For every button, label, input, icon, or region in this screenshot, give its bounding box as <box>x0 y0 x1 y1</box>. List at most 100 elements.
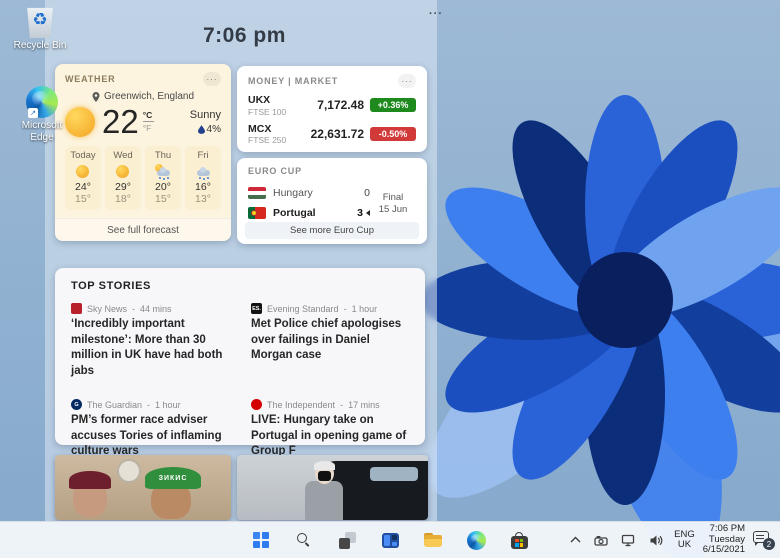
market-menu-ellipsis-icon[interactable]: ··· <box>398 74 416 88</box>
story-headline: PM’s former race adviser accuses Tories … <box>71 413 229 460</box>
rain-icon <box>194 164 212 179</box>
tray-camera-device-icon[interactable] <box>592 532 611 549</box>
precipitation-chance: 4% <box>207 124 221 135</box>
team-row-portugal[interactable]: Portugal 3 <box>248 203 370 223</box>
guardian-logo-icon: G <box>71 399 82 410</box>
widgets-button[interactable] <box>377 527 403 553</box>
forecast-low: 15° <box>65 193 101 205</box>
forecast-low: 15° <box>145 193 181 205</box>
notification-center-button[interactable]: 2 <box>753 530 775 550</box>
top-stories-widget[interactable]: TOP STORIES Sky News - 44 mins ‘Incredib… <box>55 268 425 445</box>
taskbar: ENG UK 7:06 PM Tuesday 6/15/2021 2 <box>0 521 780 558</box>
current-temperature: 22 <box>102 105 139 138</box>
notification-count-badge: 2 <box>763 538 775 550</box>
sun-rain-icon <box>154 164 172 179</box>
market-symbol: UKX <box>248 94 286 107</box>
recycle-bin-shortcut[interactable]: ♻ Recycle Bin <box>11 6 69 52</box>
market-row-mcx[interactable]: MCX FTSE 250 22,631.72 -0.50% <box>248 123 416 146</box>
windows-logo-icon <box>253 532 269 548</box>
team-name: Portugal <box>273 207 316 219</box>
language-indicator[interactable]: ENG UK <box>674 530 695 551</box>
story-time: 1 hour <box>352 304 378 314</box>
meta-separator: - <box>344 304 347 314</box>
widgets-icon <box>382 533 399 548</box>
forecast-high: 29° <box>105 181 141 193</box>
portugal-flag-icon <box>248 207 266 219</box>
tray-network-icon[interactable] <box>619 532 639 549</box>
weather-location: Greenwich, England <box>104 91 194 102</box>
forecast-day-today[interactable]: Today 24° 15° <box>65 146 101 210</box>
recycle-bin-label: Recycle Bin <box>11 40 69 52</box>
evening-standard-logo-icon: ES. <box>251 303 262 314</box>
store-bag-icon <box>511 532 528 549</box>
story-source: The Independent <box>267 400 335 410</box>
forecast-day-fri[interactable]: Fri 16° 13° <box>185 146 221 210</box>
unit-fahrenheit[interactable]: °F <box>143 123 152 133</box>
team-score: 3 <box>357 207 363 219</box>
meta-separator: - <box>132 304 135 314</box>
story-independent[interactable]: The Independent - 17 mins LIVE: Hungary … <box>251 399 409 460</box>
eurocup-widget[interactable]: EURO CUP Hungary 0 Portugal 3 <box>237 158 427 244</box>
weather-menu-ellipsis-icon[interactable]: ··· <box>203 72 221 86</box>
forecast-day-wed[interactable]: Wed 29° 18° <box>105 146 141 210</box>
market-widget[interactable]: MONEY | MARKET ··· UKX FTSE 100 7,172.48… <box>237 66 427 152</box>
meta-separator: - <box>147 400 150 410</box>
tray-chevron-up-icon[interactable] <box>567 532 584 548</box>
story-source: Sky News <box>87 304 127 314</box>
tray-clock[interactable]: 7:06 PM Tuesday 6/15/2021 <box>703 524 745 556</box>
forecast-day-thu[interactable]: Thu 20° 15° <box>145 146 181 210</box>
wall-clock-decor <box>117 459 141 483</box>
region-code: UK <box>674 540 695 550</box>
story-headline: LIVE: Hungary take on Portugal in openin… <box>251 413 409 460</box>
market-symbol: MCX <box>248 123 286 136</box>
forecast-day-label: Wed <box>105 150 141 161</box>
start-button[interactable] <box>248 527 274 553</box>
tray-volume-icon[interactable] <box>647 532 666 549</box>
story-evening-standard[interactable]: ES. Evening Standard - 1 hour Met Police… <box>251 303 409 379</box>
story-headline: Met Police chief apologises over failing… <box>251 317 409 364</box>
forecast-high: 20° <box>145 181 181 193</box>
more-options-ellipsis-icon[interactable]: ··· <box>429 8 443 20</box>
search-button[interactable] <box>291 527 317 553</box>
edge-icon <box>467 531 486 550</box>
top-stories-title: TOP STORIES <box>71 280 409 292</box>
task-view-button[interactable] <box>334 527 360 553</box>
market-row-ukx[interactable]: UKX FTSE 100 7,172.48 +0.36% <box>248 94 416 117</box>
folder-icon <box>424 533 442 547</box>
team-row-hungary[interactable]: Hungary 0 <box>248 183 370 203</box>
story-source: The Guardian <box>87 400 142 410</box>
raindrop-icon <box>198 125 205 134</box>
forecast-day-label: Today <box>65 150 101 161</box>
unit-toggle[interactable]: °C °F <box>143 110 154 133</box>
edge-icon: ↗ <box>26 86 58 118</box>
story-thumbnail-boys[interactable]: ЗИКИС <box>55 455 231 520</box>
microsoft-store-button[interactable] <box>506 527 532 553</box>
edge-taskbar-button[interactable] <box>463 527 489 553</box>
story-headline: ‘Incredibly important milestone’: More t… <box>71 317 229 379</box>
see-more-eurocup-button[interactable]: See more Euro Cup <box>245 222 419 239</box>
edge-shortcut-label: Microsoft Edge <box>13 120 71 143</box>
unit-celsius[interactable]: °C <box>143 110 153 120</box>
independent-logo-icon <box>251 399 262 410</box>
story-source: Evening Standard <box>267 304 339 314</box>
forecast-day-label: Thu <box>145 150 181 161</box>
weather-widget[interactable]: WEATHER ··· Greenwich, England 22 °C °F … <box>55 64 231 241</box>
unit-divider <box>143 121 154 122</box>
shortcut-arrow-icon: ↗ <box>28 108 38 118</box>
sunny-icon <box>114 164 132 179</box>
see-full-forecast-button[interactable]: See full forecast <box>55 218 231 241</box>
file-explorer-button[interactable] <box>420 527 446 553</box>
edge-shortcut[interactable]: ↗ Microsoft Edge <box>13 86 71 143</box>
recycle-bin-icon: ♻ <box>26 6 54 38</box>
story-time: 44 mins <box>140 304 172 314</box>
story-time: 17 mins <box>348 400 380 410</box>
task-view-icon <box>339 532 356 549</box>
sunny-icon <box>74 164 92 179</box>
market-value: 22,631.72 <box>311 127 364 141</box>
widgets-panel-clock: 7:06 pm <box>203 24 286 48</box>
forecast-low: 18° <box>105 193 141 205</box>
forecast-day-label: Fri <box>185 150 221 161</box>
story-guardian[interactable]: G The Guardian - 1 hour PM’s former race… <box>71 399 229 460</box>
story-sky-news[interactable]: Sky News - 44 mins ‘Incredibly important… <box>71 303 229 379</box>
story-thumbnail-masked-man[interactable] <box>237 455 428 520</box>
